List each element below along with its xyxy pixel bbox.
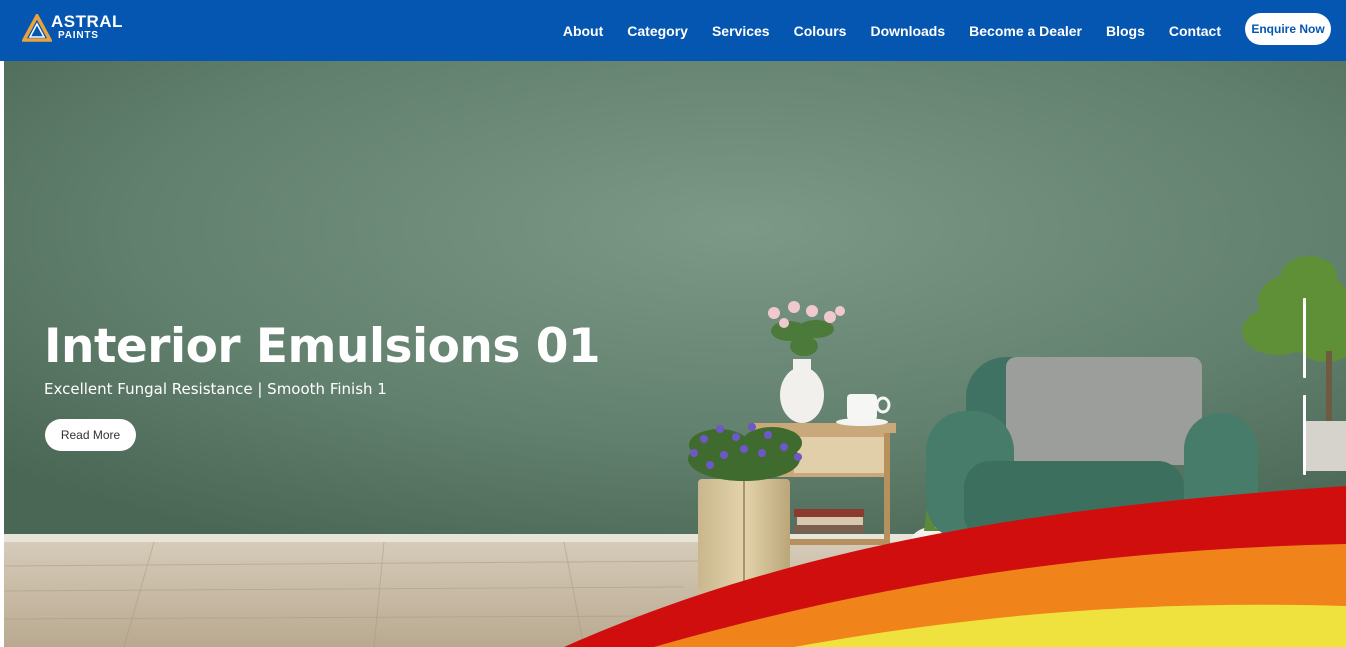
nav-link-about[interactable]: About: [563, 23, 603, 39]
slide-indicator-1[interactable]: [1303, 298, 1306, 378]
nav-link-become-a-dealer[interactable]: Become a Dealer: [969, 23, 1082, 39]
nav-link-blogs[interactable]: Blogs: [1106, 23, 1145, 39]
hero-banner: Interior Emulsions 01 Excellent Fungal R…: [4, 61, 1346, 647]
logo-triangle-icon: [22, 14, 52, 42]
logo-text-paints: PAINTS: [58, 30, 99, 41]
read-more-button[interactable]: Read More: [45, 419, 136, 451]
hero-subtitle: Excellent Fungal Resistance | Smooth Fin…: [44, 380, 387, 398]
main-navigation: About Category Services Colours Download…: [539, 0, 1221, 61]
nav-link-services[interactable]: Services: [712, 23, 770, 39]
nav-link-colours[interactable]: Colours: [794, 23, 847, 39]
hero-title: Interior Emulsions 01: [44, 319, 601, 374]
enquire-now-button[interactable]: Enquire Now: [1245, 13, 1331, 45]
nav-link-downloads[interactable]: Downloads: [870, 23, 945, 39]
astral-paints-logo[interactable]: ASTRAL PAINTS: [22, 13, 122, 45]
slide-indicator-2[interactable]: [1303, 395, 1306, 475]
nav-link-category[interactable]: Category: [627, 23, 688, 39]
top-navbar: ASTRAL PAINTS About Category Services Co…: [0, 0, 1346, 61]
logo-text-astral: ASTRAL: [51, 12, 123, 31]
nav-link-contact[interactable]: Contact: [1169, 23, 1221, 39]
